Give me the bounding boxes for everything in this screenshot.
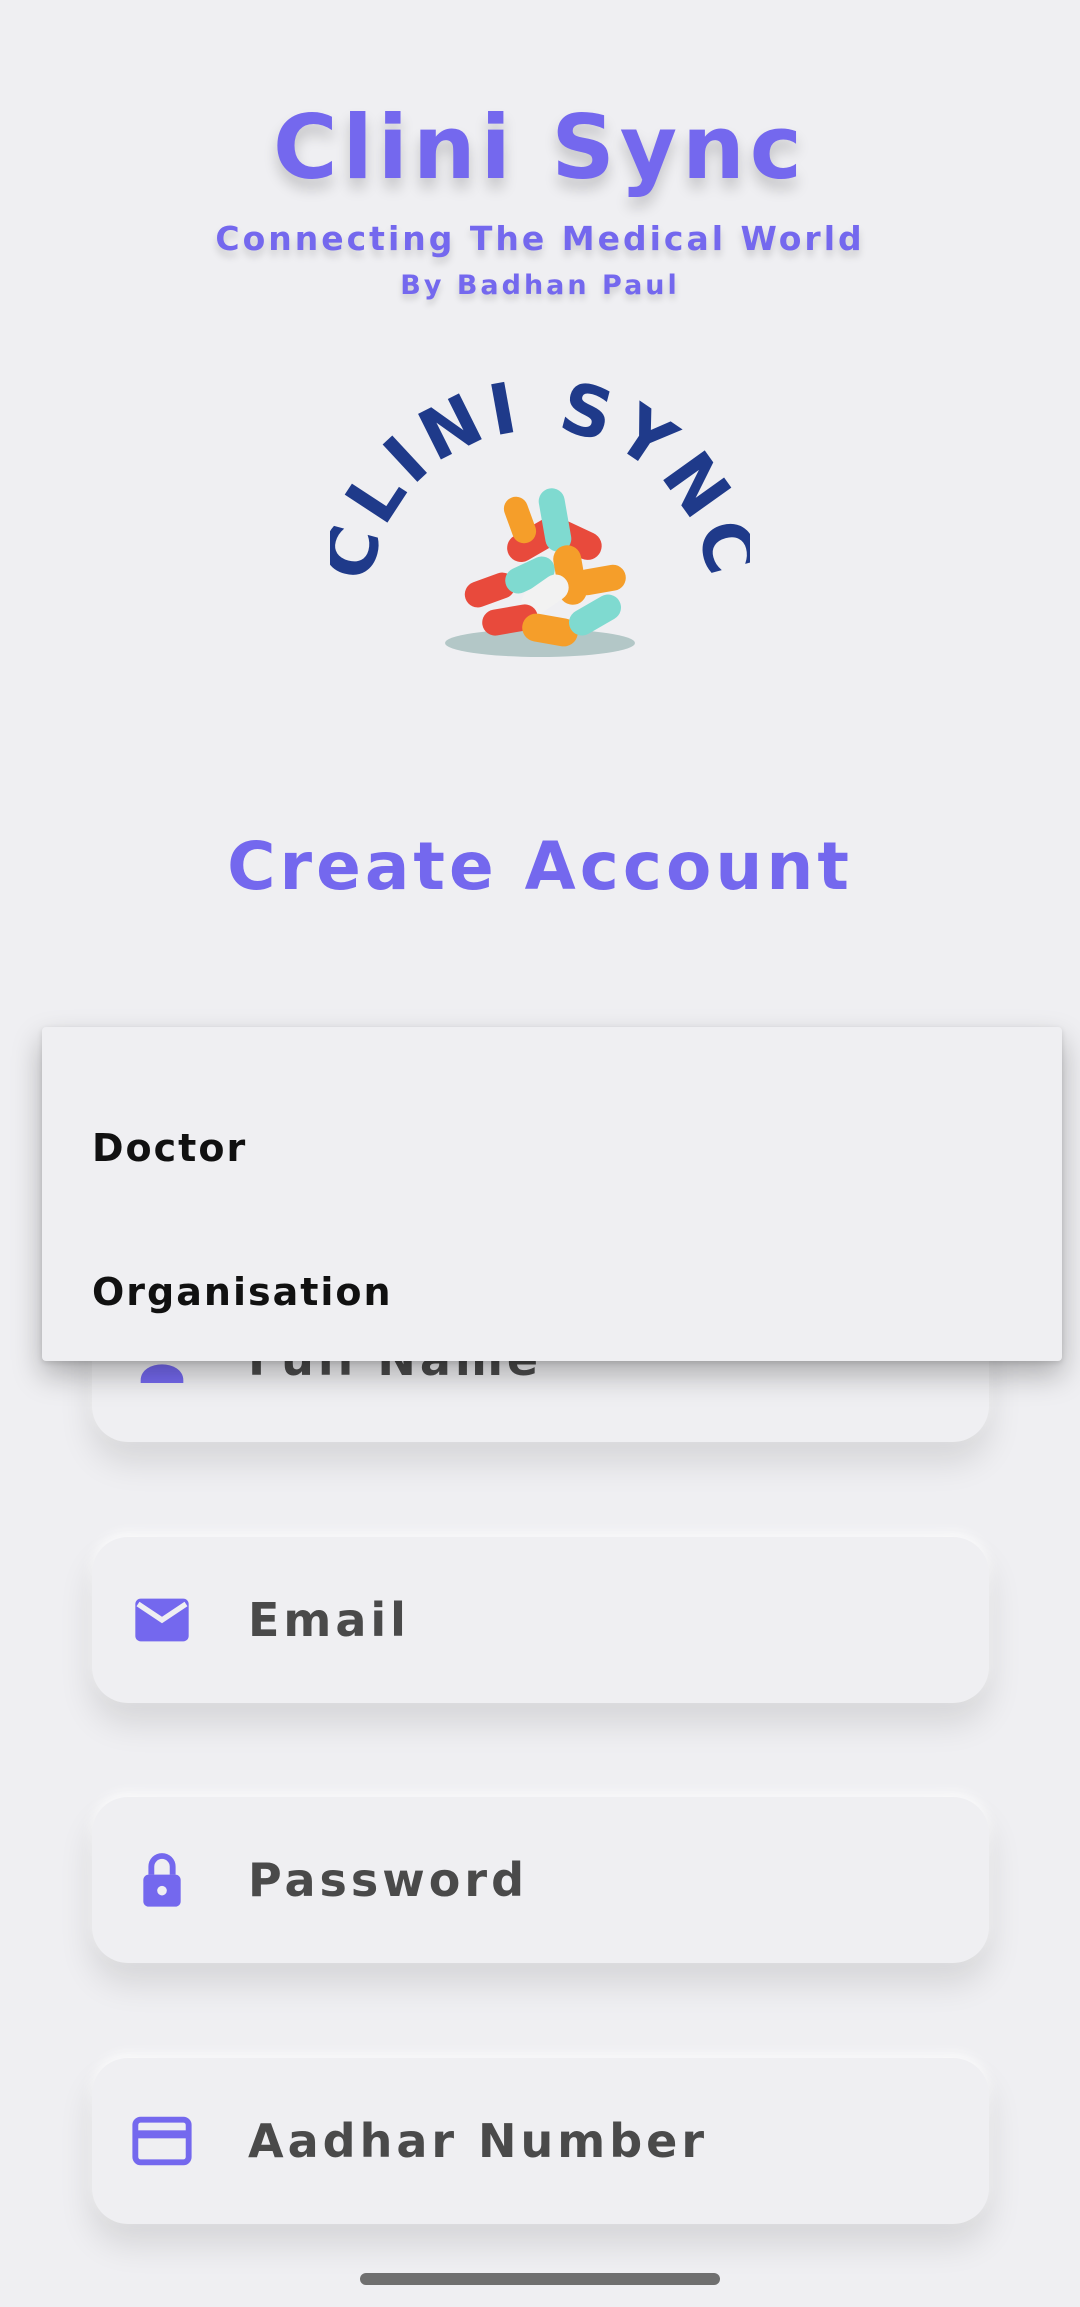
password-field[interactable]: Password (92, 1797, 989, 1963)
pills-icon (445, 488, 635, 657)
email-icon (135, 1598, 189, 1642)
create-account-title: Create Account (227, 828, 853, 905)
card-icon (132, 2116, 192, 2166)
svg-text:CLINI SYNC: CLINI SYNC (330, 370, 750, 588)
aadhar-number-field[interactable]: Aadhar Number (92, 2058, 989, 2224)
email-placeholder: Email (248, 1593, 410, 1647)
home-indicator[interactable] (360, 2273, 720, 2285)
clini-sync-logo: CLINI SYNC (330, 370, 750, 657)
email-field[interactable]: Email (92, 1537, 989, 1703)
dropdown-option-doctor[interactable]: Doctor (92, 1123, 247, 1173)
app-author: By Badhan Paul (400, 270, 680, 301)
lock-icon (143, 1853, 181, 1907)
app-tagline: Connecting The Medical World (215, 219, 865, 258)
dropdown-option-organisation[interactable]: Organisation (92, 1267, 393, 1317)
aadhar-number-placeholder: Aadhar Number (248, 2114, 709, 2168)
logo-text: CLINI SYNC (330, 370, 750, 588)
password-placeholder: Password (248, 1853, 528, 1907)
role-dropdown-menu: Doctor Organisation (42, 1027, 1062, 1361)
app-title: Clini Sync (273, 96, 807, 199)
